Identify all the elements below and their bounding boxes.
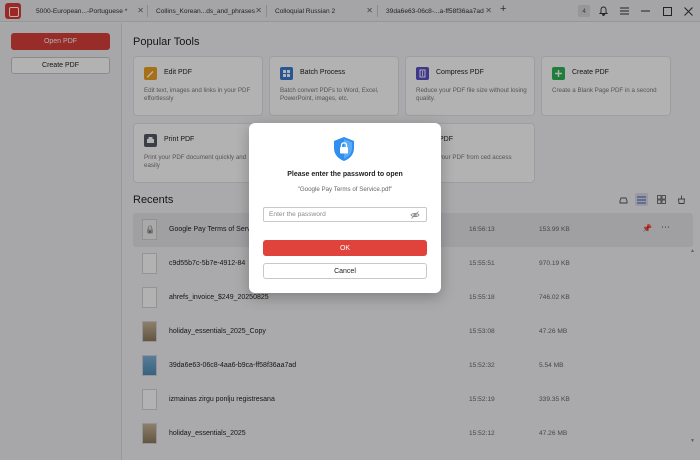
password-input[interactable] bbox=[263, 207, 427, 222]
ok-button[interactable]: OK bbox=[263, 240, 427, 256]
dialog-filename: "Google Pay Terms of Service.pdf" bbox=[297, 186, 393, 193]
eye-off-icon[interactable] bbox=[410, 210, 420, 220]
cancel-button[interactable]: Cancel bbox=[263, 263, 427, 279]
password-dialog: Please enter the password to open "Googl… bbox=[249, 123, 441, 293]
dialog-title: Please enter the password to open bbox=[287, 171, 403, 178]
shield-lock-icon bbox=[334, 137, 354, 161]
